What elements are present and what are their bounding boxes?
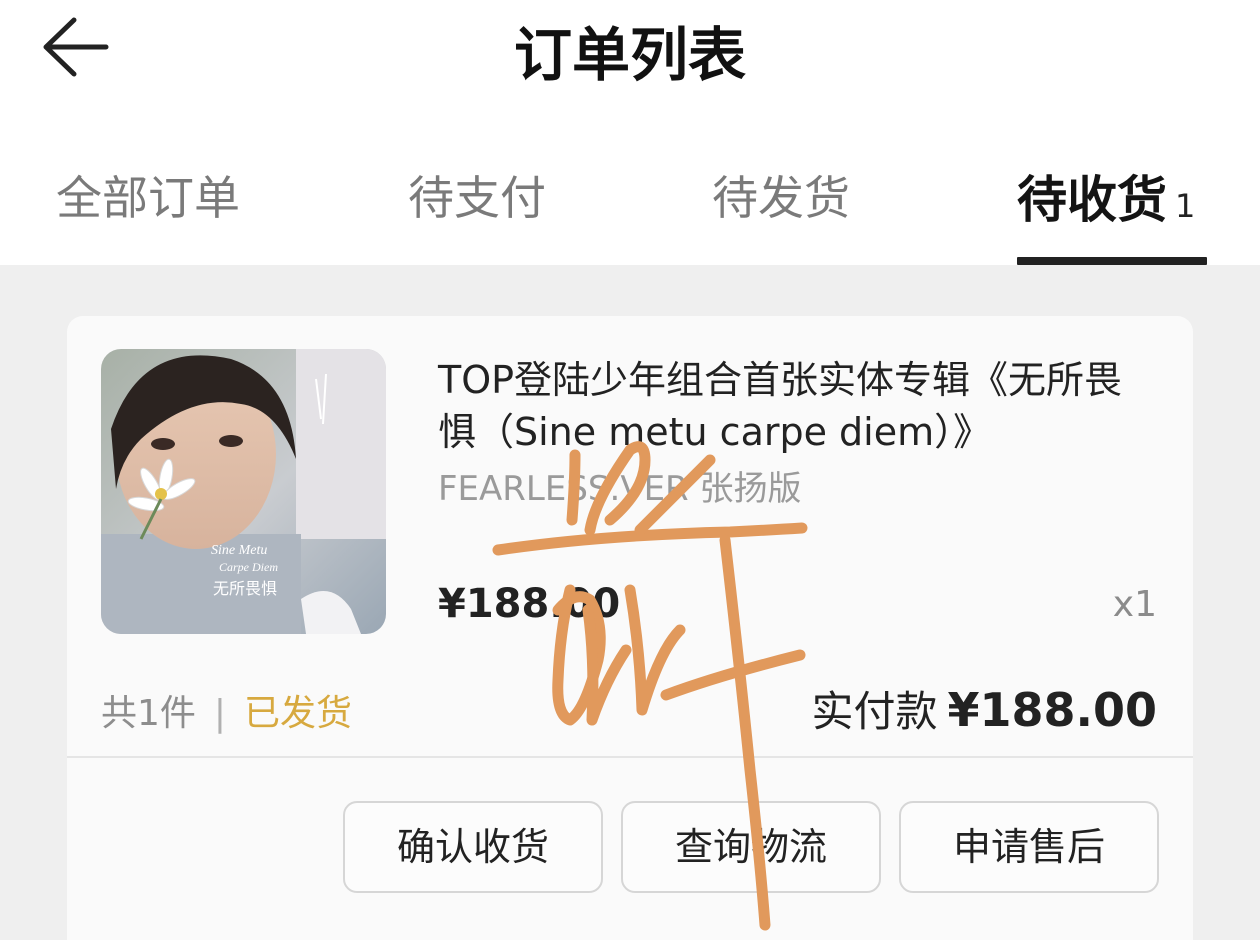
after-sale-button[interactable]: 申请售后 [899, 801, 1159, 893]
paid-label: 实付款 [811, 687, 938, 736]
order-tabs: 全部订单 待支付 待发货 待收货 1 [0, 150, 1260, 265]
tab-label: 待发货 [712, 171, 850, 225]
product-quantity: x1 [1112, 584, 1157, 625]
divider [67, 756, 1193, 758]
svg-text:Carpe Diem: Carpe Diem [219, 560, 278, 574]
page-title: 订单列表 [513, 21, 746, 89]
tab-pending-shipment[interactable]: 待发货 [712, 162, 850, 228]
order-list-page: 订单列表 全部订单 待支付 待发货 待收货 1 Sine Metu Carpe … [0, 0, 1260, 940]
paid-total: 实付款 ¥188.00 [811, 678, 1157, 739]
track-logistics-button[interactable]: 查询物流 [621, 801, 881, 893]
confirm-receipt-button[interactable]: 确认收货 [343, 801, 603, 893]
product-title[interactable]: TOP登陆少年组合首张实体专辑《无所畏惧（Sine metu carpe die… [438, 354, 1158, 458]
status-badge: 已发货 [244, 693, 353, 734]
active-tab-indicator [1017, 257, 1207, 265]
tab-label: 待收货 [1017, 171, 1167, 229]
product-thumbnail[interactable]: Sine Metu Carpe Diem 无所畏惧 [101, 349, 386, 634]
header: 订单列表 全部订单 待支付 待发货 待收货 1 [0, 0, 1260, 265]
tab-label: 全部订单 [56, 171, 240, 225]
tab-label: 待支付 [408, 171, 546, 225]
tab-pending-receipt[interactable]: 待收货 1 [1017, 160, 1195, 232]
album-cover-image: Sine Metu Carpe Diem 无所畏惧 [101, 349, 386, 634]
separator: | [213, 693, 227, 734]
product-variant: FEARLESS.VER 张扬版 [438, 469, 802, 509]
album-cover-cn: 无所畏惧 [213, 579, 277, 598]
order-card[interactable]: Sine Metu Carpe Diem 无所畏惧 TOP登陆少年组合首张实体专… [67, 316, 1193, 940]
tab-pending-payment[interactable]: 待支付 [408, 162, 546, 228]
tab-count-badge: 1 [1175, 187, 1196, 225]
paid-amount: ¥188.00 [947, 683, 1157, 737]
tab-all-orders[interactable]: 全部订单 [56, 162, 240, 228]
album-cover-text: Sine Metu [211, 543, 267, 558]
order-summary: 共1件 | 已发货 [101, 684, 352, 736]
product-price: ¥188.00 [438, 581, 621, 627]
item-count: 共1件 [101, 693, 196, 734]
